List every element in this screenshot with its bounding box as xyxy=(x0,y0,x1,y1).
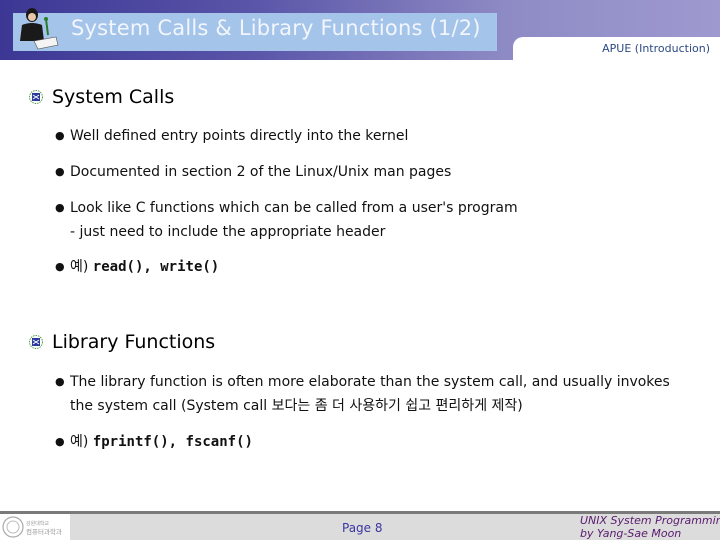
bullet-item: ● Look like C functions which can be call… xyxy=(55,196,518,244)
bullet-dot: ● xyxy=(55,435,65,448)
bullet-continuation: the system call (System call 보다는 좀 더 사용하… xyxy=(70,398,523,414)
section-marker-icon xyxy=(29,335,43,349)
course-credit: UNIX System Programming by Yang-Sae Moon xyxy=(580,514,720,540)
code-example: fprintf(), fscanf() xyxy=(92,434,253,450)
course-title: UNIX System Programming xyxy=(580,514,720,527)
chapter-label: APUE (Introduction) xyxy=(602,42,710,55)
bullet-item: ● 예) fprintf(), fscanf() xyxy=(55,430,253,454)
svg-text:강원대학교: 강원대학교 xyxy=(26,520,49,527)
author-name: by Yang-Sae Moon xyxy=(580,527,682,540)
example-prefix: 예) xyxy=(70,434,93,450)
bullet-item: ● Well defined entry points directly into… xyxy=(55,124,408,148)
section-heading: System Calls xyxy=(52,86,175,108)
slide-title: System Calls & Library Functions (1/2) xyxy=(71,16,481,40)
section-heading: Library Functions xyxy=(52,331,216,353)
bullet-text: Look like C functions which can be calle… xyxy=(70,200,518,216)
bullet-item: ● 예) read(), write() xyxy=(55,255,219,279)
section-system-calls: System Calls xyxy=(28,86,174,108)
university-seal-icon: 강원대학교 컴퓨터과학과 xyxy=(2,516,62,538)
bullet-dot: ● xyxy=(55,201,65,214)
bullet-item: ● The library function is often more elab… xyxy=(55,370,670,418)
bullet-dot: ● xyxy=(55,260,65,273)
slide-footer: 강원대학교 컴퓨터과학과 Page 8 UNIX System Programm… xyxy=(0,511,720,540)
example-prefix: 예) xyxy=(70,259,93,275)
chapter-tab: APUE (Introduction) xyxy=(513,37,720,60)
bullet-text: The library function is often more elabo… xyxy=(70,374,670,390)
svg-text:컴퓨터과학과: 컴퓨터과학과 xyxy=(26,527,62,536)
slide-header: System Calls & Library Functions (1/2) A… xyxy=(0,0,720,60)
section-library-functions: Library Functions xyxy=(28,331,215,353)
section-marker-icon xyxy=(29,90,43,104)
university-logo: 강원대학교 컴퓨터과학과 xyxy=(0,514,70,540)
code-example: read(), write() xyxy=(92,259,220,275)
bullet-text: Well defined entry points directly into … xyxy=(70,128,409,144)
bullet-dot: ● xyxy=(55,375,65,388)
bullet-text: Documented in section 2 of the Linux/Uni… xyxy=(70,164,452,180)
bullet-continuation: - just need to include the appropriate h… xyxy=(70,224,386,240)
page-number: Page 8 xyxy=(342,521,383,535)
bullet-dot: ● xyxy=(55,165,65,178)
person-writing-icon xyxy=(14,8,59,50)
bullet-item: ● Documented in section 2 of the Linux/Un… xyxy=(55,160,451,184)
bullet-dot: ● xyxy=(55,129,65,142)
